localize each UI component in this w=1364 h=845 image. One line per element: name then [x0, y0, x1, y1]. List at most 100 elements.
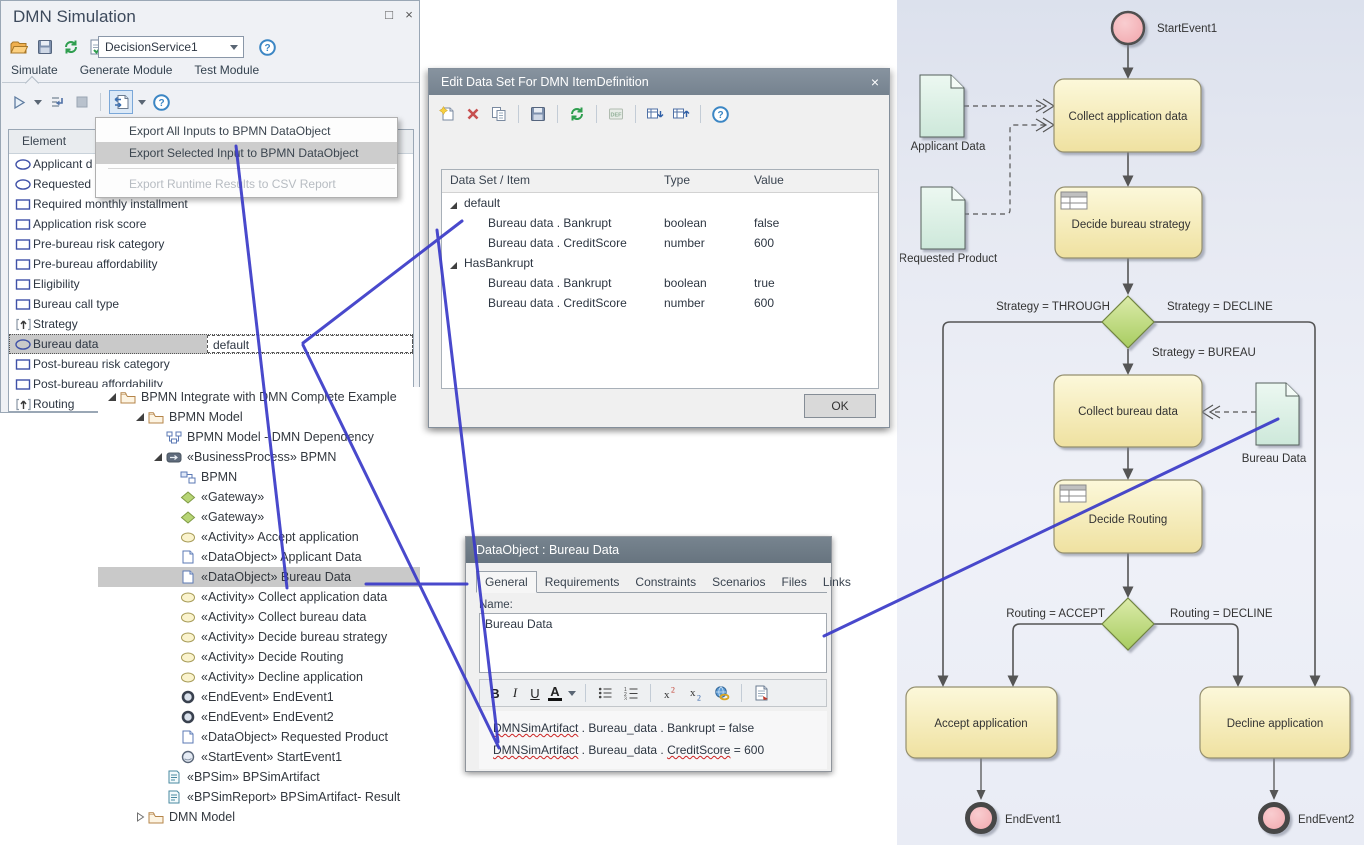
help-icon[interactable]: ?: [151, 92, 171, 112]
tab-links[interactable]: Links: [815, 572, 859, 592]
element-dataset-cell[interactable]: default: [207, 335, 413, 353]
tab-scenarios[interactable]: Scenarios: [704, 572, 773, 592]
element-row[interactable]: Post-bureau risk category: [9, 354, 413, 374]
tab-constraints[interactable]: Constraints: [627, 572, 704, 592]
close-icon[interactable]: ×: [871, 69, 879, 95]
dataset-row[interactable]: Bureau data . CreditScorenumber600: [442, 233, 878, 253]
expanded-icon[interactable]: [449, 199, 458, 213]
decide-routing-node[interactable]: Decide Routing: [1054, 480, 1202, 553]
dataset-row[interactable]: Bureau data . CreditScorenumber600: [442, 293, 878, 313]
tree-item[interactable]: «BusinessProcess» BPMN: [98, 447, 420, 467]
subscript-icon[interactable]: x2: [686, 683, 706, 703]
export-dataset-icon[interactable]: [671, 104, 691, 124]
tree-item[interactable]: «Gateway»: [98, 487, 420, 507]
tree-item[interactable]: BPMN Model - DMN Dependency: [98, 427, 420, 447]
step-icon[interactable]: [47, 92, 67, 112]
italic-button[interactable]: I: [508, 685, 522, 701]
dataset-row[interactable]: HasBankrupt: [442, 253, 878, 273]
refresh-icon[interactable]: [567, 104, 587, 124]
numbered-list-icon[interactable]: 123: [621, 683, 641, 703]
superscript-icon[interactable]: x2: [660, 683, 680, 703]
save-icon[interactable]: [528, 104, 548, 124]
bureau-data-node[interactable]: Bureau Data: [1242, 383, 1307, 465]
start-event-node[interactable]: StartEvent1: [1112, 12, 1217, 44]
element-row[interactable]: Bureau datadefault: [9, 334, 413, 354]
expanded-icon[interactable]: [150, 452, 166, 462]
tree-item[interactable]: «Gateway»: [98, 507, 420, 527]
tab-files[interactable]: Files: [773, 572, 814, 592]
col-type[interactable]: Type: [664, 173, 690, 187]
collect-application-node[interactable]: Collect application data: [1054, 79, 1201, 152]
chevron-down-icon[interactable]: [138, 100, 146, 105]
tab-requirements[interactable]: Requirements: [537, 572, 628, 592]
element-row[interactable]: Application risk score: [9, 214, 413, 234]
tree-item[interactable]: «Activity» Decide Routing: [98, 647, 420, 667]
tree-item[interactable]: «Activity» Collect bureau data: [98, 607, 420, 627]
expanded-icon[interactable]: [449, 259, 458, 273]
decision-service-select[interactable]: DecisionService1: [98, 36, 244, 58]
dataset-row[interactable]: Bureau data . Bankruptbooleantrue: [442, 273, 878, 293]
tree-item[interactable]: «Activity» Decide bureau strategy: [98, 627, 420, 647]
import-dataset-icon[interactable]: [645, 104, 665, 124]
font-color-button[interactable]: A: [548, 686, 562, 701]
menu-item[interactable]: Export All Inputs to BPMN DataObject: [96, 120, 397, 142]
hyperlink-icon[interactable]: [712, 683, 732, 703]
run-icon[interactable]: [9, 92, 29, 112]
end-event1-node[interactable]: EndEvent1: [968, 805, 1062, 832]
tab-generate-module[interactable]: Generate Module: [80, 63, 173, 81]
copy-icon[interactable]: [489, 104, 509, 124]
delete-icon[interactable]: [463, 104, 483, 124]
routing-gateway-node[interactable]: [1102, 598, 1154, 650]
end-event2-node[interactable]: EndEvent2: [1261, 805, 1355, 832]
col-dataset-item[interactable]: Data Set / Item: [450, 173, 530, 187]
tree-item[interactable]: «StartEvent» StartEvent1: [98, 747, 420, 767]
expanded-icon[interactable]: [132, 412, 148, 422]
chevron-down-icon[interactable]: [568, 691, 576, 696]
document-icon[interactable]: [751, 683, 771, 703]
element-row[interactable]: Eligibility: [9, 274, 413, 294]
tree-item[interactable]: «Activity» Decline application: [98, 667, 420, 687]
decide-bureau-strategy-node[interactable]: Decide bureau strategy: [1055, 187, 1202, 258]
underline-button[interactable]: U: [528, 686, 542, 701]
name-field[interactable]: Bureau Data: [479, 613, 827, 673]
help-icon[interactable]: ?: [710, 104, 730, 124]
element-row[interactable]: Pre-bureau risk category: [9, 234, 413, 254]
applicant-data-node[interactable]: Applicant Data: [911, 75, 986, 153]
tree-item[interactable]: «DataObject» Applicant Data: [98, 547, 420, 567]
tree-item[interactable]: «EndEvent» EndEvent1: [98, 687, 420, 707]
bullet-list-icon[interactable]: [595, 683, 615, 703]
open-folder-icon[interactable]: [9, 37, 29, 57]
col-value[interactable]: Value: [754, 173, 784, 187]
tree-item[interactable]: «Activity» Collect application data: [98, 587, 420, 607]
help-icon[interactable]: ?: [257, 37, 277, 57]
tree-item[interactable]: «BPSimReport» BPSimArtifact- Result: [98, 787, 420, 807]
element-row[interactable]: Bureau call type: [9, 294, 413, 314]
tree-item[interactable]: «Activity» Accept application: [98, 527, 420, 547]
save-icon[interactable]: [35, 37, 55, 57]
stop-icon[interactable]: [72, 92, 92, 112]
notes-field[interactable]: DMNSimArtifact . Bureau_data . Bankrupt …: [479, 711, 827, 769]
expanded-icon[interactable]: [104, 392, 120, 402]
tree-item[interactable]: «DataObject» Bureau Data: [98, 567, 420, 587]
export-dataobject-button[interactable]: [109, 90, 133, 114]
accept-application-node[interactable]: Accept application: [906, 687, 1057, 758]
bold-button[interactable]: B: [488, 686, 502, 701]
tab-test-module[interactable]: Test Module: [194, 63, 259, 81]
tab-general[interactable]: General: [476, 571, 537, 593]
tree-item[interactable]: «BPSim» BPSimArtifact: [98, 767, 420, 787]
restore-button[interactable]: □: [381, 7, 397, 22]
chevron-down-icon[interactable]: [34, 100, 42, 105]
dataset-row[interactable]: Bureau data . Bankruptbooleanfalse: [442, 213, 878, 233]
tree-item[interactable]: «EndEvent» EndEvent2: [98, 707, 420, 727]
collect-bureau-node[interactable]: Collect bureau data: [1054, 375, 1202, 447]
collapsed-icon[interactable]: [132, 812, 148, 822]
close-button[interactable]: ×: [401, 7, 417, 22]
tree-item[interactable]: BPMN Integrate with DMN Complete Example: [98, 387, 420, 407]
new-icon[interactable]: [437, 104, 457, 124]
menu-item[interactable]: Export Selected Input to BPMN DataObject: [96, 142, 397, 164]
requested-product-node[interactable]: Requested Product: [900, 187, 998, 265]
tree-item[interactable]: DMN Model: [98, 807, 420, 827]
refresh-icon[interactable]: [61, 37, 81, 57]
ok-button[interactable]: OK: [804, 394, 876, 418]
tree-item[interactable]: BPMN: [98, 467, 420, 487]
